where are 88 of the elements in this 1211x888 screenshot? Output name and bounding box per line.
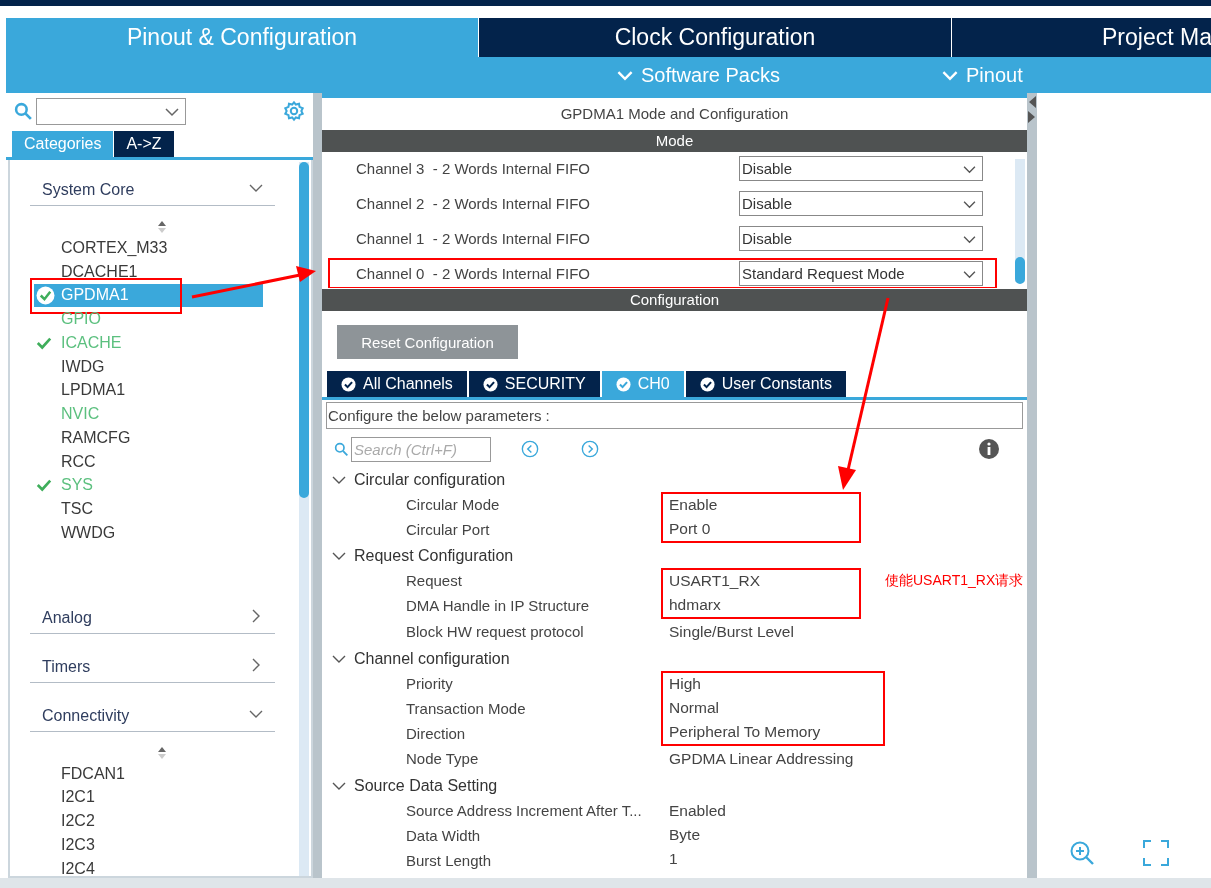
parameter-value: Port 0 (669, 519, 712, 539)
sort-icon[interactable] (157, 745, 167, 760)
peripheral-item[interactable]: I2C3 (22, 833, 263, 857)
chevron-icon (963, 235, 976, 244)
parameter-name: Source Address Increment After T... (406, 801, 643, 821)
chevron-icon (942, 69, 958, 81)
mode-dropdown[interactable]: Standard Request Mode (739, 261, 983, 286)
peripheral-item[interactable]: RCC (22, 449, 263, 474)
peripheral-item[interactable]: LPDMA1 (22, 378, 263, 403)
parameter-name: DMA Handle in IP Structure (406, 596, 591, 616)
peripheral-item[interactable]: RAMCFG (22, 426, 263, 450)
main-tab[interactable]: Clock Configuration (479, 18, 952, 57)
next-icon[interactable] (581, 440, 599, 458)
channel-label: Channel 1 - 2 Words Internal FIFO (356, 230, 591, 247)
mode-dropdown[interactable]: Disable (739, 156, 983, 181)
parameter-name: Request (406, 571, 463, 591)
zoom-in-icon[interactable] (1069, 840, 1095, 866)
chevron-icon (963, 270, 976, 279)
parameter-name: Block HW request protocol (406, 622, 585, 642)
chevron-icon (617, 69, 633, 81)
config-tab[interactable]: User Constants (685, 371, 846, 397)
settings-icon[interactable] (283, 100, 305, 122)
parameter-value: Single/Burst Level (669, 622, 795, 642)
sidebar-tab[interactable]: A->Z (114, 131, 174, 157)
annotation-note: 使能USART1_RX请求 (885, 571, 1024, 590)
previous-icon[interactable] (521, 440, 539, 458)
channel-label: Channel 2 - 2 Words Internal FIFO (356, 195, 591, 212)
check-circle-icon (482, 376, 498, 392)
parameter-value: High (669, 674, 702, 694)
search-icon (334, 441, 349, 457)
category-header[interactable]: Timers (30, 633, 275, 683)
check-circle-icon (699, 376, 715, 392)
config-tab[interactable]: SECURITY (468, 371, 600, 397)
chevron-icon (963, 200, 976, 209)
parameter-name: Burst Length (406, 851, 493, 871)
mode-dropdown[interactable]: Disable (739, 226, 983, 251)
scrollbar[interactable] (299, 162, 309, 876)
parameter-name: Circular Port (406, 520, 491, 540)
check-circle-icon (615, 376, 631, 392)
parameter-name: Data Width (406, 826, 482, 846)
config-tab[interactable]: All Channels (327, 371, 467, 397)
parameter-value: hdmarx (669, 595, 722, 615)
parameter-value: GPDMA Linear Addressing (669, 749, 855, 769)
parameter-value: Normal (669, 698, 720, 718)
peripheral-item[interactable]: IWDG (22, 354, 263, 379)
category-header[interactable]: Connectivity (30, 682, 275, 732)
parameter-name: Transaction Mode (406, 699, 527, 719)
tree-group[interactable]: Source Data Setting (332, 773, 1024, 798)
parameter-value: Enable (669, 495, 719, 515)
parameter-value: Byte (669, 825, 701, 845)
peripheral-item[interactable]: I2C1 (22, 785, 263, 810)
search-icon (14, 101, 33, 121)
parameter-name: Node Type (406, 749, 480, 769)
peripheral-item[interactable]: FDCAN1 (22, 761, 263, 786)
chevron-icon (963, 165, 976, 174)
peripheral-item[interactable]: DCACHE1 (22, 259, 263, 284)
tree-group[interactable]: Request Configuration (332, 543, 1024, 568)
check-circle-icon (341, 376, 356, 392)
tree-group[interactable]: Circular configuration (332, 467, 1024, 492)
parameter-value: Peripheral To Memory (669, 722, 822, 742)
search-field[interactable]: Search (Ctrl+F) (351, 436, 491, 462)
tree-group[interactable]: Channel configuration (332, 646, 1024, 671)
parameter-name: Circular Mode (406, 495, 501, 515)
peripheral-item[interactable]: CORTEX_M33 (22, 236, 263, 260)
parameter-value: USART1_RX (669, 571, 762, 591)
sort-icon[interactable] (157, 220, 167, 234)
collapse-arrows-icon[interactable] (1027, 95, 1037, 125)
fit-screen-icon[interactable] (1143, 840, 1169, 866)
parameter-name: Direction (406, 724, 467, 744)
parameter-name: Priority (406, 674, 454, 694)
parameter-value: Enabled (669, 801, 727, 821)
channel-label: Channel 3 - 2 Words Internal FIFO (356, 160, 591, 177)
peripheral-item[interactable]: WWDG (22, 521, 263, 545)
search-combo[interactable] (36, 97, 186, 125)
peripheral-item[interactable]: TSC (22, 497, 263, 521)
parameter-value: 1 (669, 849, 679, 869)
category-header[interactable]: Analog (30, 584, 275, 634)
hint-text: Configure the below parameters : (326, 402, 1023, 429)
peripheral-item[interactable]: I2C4 (22, 856, 263, 876)
peripheral-item[interactable]: I2C2 (22, 809, 263, 833)
chevron-icon (165, 106, 179, 117)
info-icon[interactable] (979, 439, 999, 459)
scrollbar[interactable] (1015, 159, 1025, 282)
section-bar: Mode (322, 130, 1027, 152)
section-bar: Configuration (322, 289, 1027, 311)
category-header[interactable]: System Core (30, 172, 275, 206)
mode-dropdown[interactable]: Disable (739, 191, 983, 216)
channel-label: Channel 0 - 2 Words Internal FIFO (356, 265, 591, 282)
